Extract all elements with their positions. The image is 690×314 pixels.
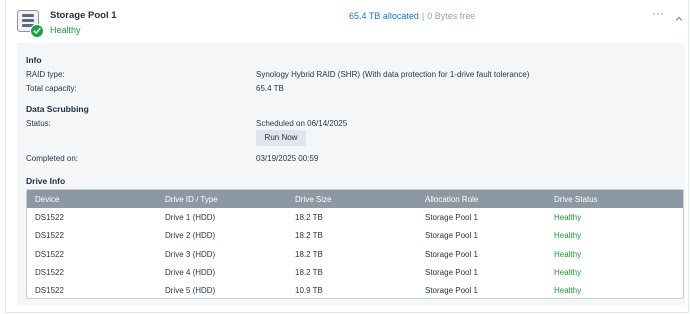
cell-drive-size: 10.9 TB bbox=[295, 286, 323, 295]
table-row[interactable]: DS1522 Drive 3 (HDD) 18.2 TB Storage Poo… bbox=[27, 245, 683, 263]
cell-allocation-role: Storage Pool 1 bbox=[425, 231, 478, 240]
check-badge-icon bbox=[30, 24, 44, 38]
allocation-summary: 65.4 TB allocated | 0 Bytes free bbox=[349, 11, 475, 21]
table-row[interactable]: DS1522 Drive 5 (HDD) 10.9 TB Storage Poo… bbox=[27, 281, 683, 298]
cell-drive-id: Drive 1 (HDD) bbox=[165, 213, 216, 222]
scrub-status-label: Status: bbox=[26, 119, 51, 128]
capacity-value: 65.4 TB bbox=[256, 84, 284, 93]
more-icon[interactable]: ··· bbox=[652, 6, 664, 20]
pool-status: Healthy bbox=[50, 25, 81, 35]
cell-device: DS1522 bbox=[35, 250, 64, 259]
raid-type-value: Synology Hybrid RAID (SHR) (With data pr… bbox=[256, 70, 530, 79]
cell-drive-status: Healthy bbox=[554, 268, 582, 277]
cell-device: DS1522 bbox=[35, 231, 64, 240]
cell-drive-id: Drive 2 (HDD) bbox=[165, 231, 216, 240]
table-row[interactable]: DS1522 Drive 4 (HDD) 18.2 TB Storage Poo… bbox=[27, 263, 683, 281]
capacity-label: Total capacity: bbox=[26, 84, 77, 93]
column-header-drive-size[interactable]: Drive Size bbox=[295, 195, 331, 204]
cell-device: DS1522 bbox=[35, 268, 64, 277]
cell-allocation-role: Storage Pool 1 bbox=[425, 286, 478, 295]
drive-info-title: Drive Info bbox=[26, 176, 66, 186]
cell-drive-id: Drive 3 (HDD) bbox=[165, 250, 216, 259]
table-header: Device Drive ID / Type Drive Size Alloca… bbox=[27, 190, 683, 208]
pool-title: Storage Pool 1 bbox=[50, 10, 117, 21]
column-header-allocation-role[interactable]: Allocation Role bbox=[425, 195, 478, 204]
cell-drive-status: Healthy bbox=[554, 213, 582, 222]
allocation-separator: | bbox=[421, 11, 425, 21]
cell-drive-size: 18.2 TB bbox=[295, 268, 323, 277]
pool-header: Storage Pool 1 Healthy 65.4 TB allocated… bbox=[0, 0, 690, 42]
allocated-text: 65.4 TB allocated bbox=[349, 11, 419, 21]
completed-value: 03/19/2025 00:59 bbox=[256, 154, 319, 163]
run-now-button[interactable]: Run Now bbox=[256, 130, 306, 146]
completed-label: Completed on: bbox=[26, 154, 79, 163]
drive-table: Device Drive ID / Type Drive Size Alloca… bbox=[26, 189, 684, 299]
pool-details-panel: Info RAID type: Synology Hybrid RAID (SH… bbox=[17, 43, 685, 305]
scrubbing-title: Data Scrubbing bbox=[26, 104, 89, 114]
free-text: 0 Bytes free bbox=[427, 11, 476, 21]
cell-drive-id: Drive 5 (HDD) bbox=[165, 286, 216, 295]
cell-drive-status: Healthy bbox=[554, 286, 582, 295]
table-row[interactable]: DS1522 Drive 2 (HDD) 18.2 TB Storage Poo… bbox=[27, 226, 683, 244]
column-header-drive-status[interactable]: Drive Status bbox=[554, 195, 598, 204]
column-header-drive-id[interactable]: Drive ID / Type bbox=[165, 195, 218, 204]
cell-allocation-role: Storage Pool 1 bbox=[425, 268, 478, 277]
scrub-status-value: Scheduled on 06/14/2025 bbox=[256, 119, 348, 128]
cell-drive-status: Healthy bbox=[554, 250, 582, 259]
cell-allocation-role: Storage Pool 1 bbox=[425, 213, 478, 222]
info-title: Info bbox=[26, 55, 42, 65]
cell-drive-status: Healthy bbox=[554, 231, 582, 240]
raid-type-label: RAID type: bbox=[26, 70, 65, 79]
cell-drive-size: 18.2 TB bbox=[295, 250, 323, 259]
cell-device: DS1522 bbox=[35, 213, 64, 222]
cell-drive-id: Drive 4 (HDD) bbox=[165, 268, 216, 277]
cell-drive-size: 18.2 TB bbox=[295, 231, 323, 240]
cell-device: DS1522 bbox=[35, 286, 64, 295]
table-row[interactable]: DS1522 Drive 1 (HDD) 18.2 TB Storage Poo… bbox=[27, 208, 683, 226]
cell-drive-size: 18.2 TB bbox=[295, 213, 323, 222]
cell-allocation-role: Storage Pool 1 bbox=[425, 250, 478, 259]
column-header-device[interactable]: Device bbox=[35, 195, 59, 204]
chevron-up-icon[interactable] bbox=[675, 10, 683, 21]
